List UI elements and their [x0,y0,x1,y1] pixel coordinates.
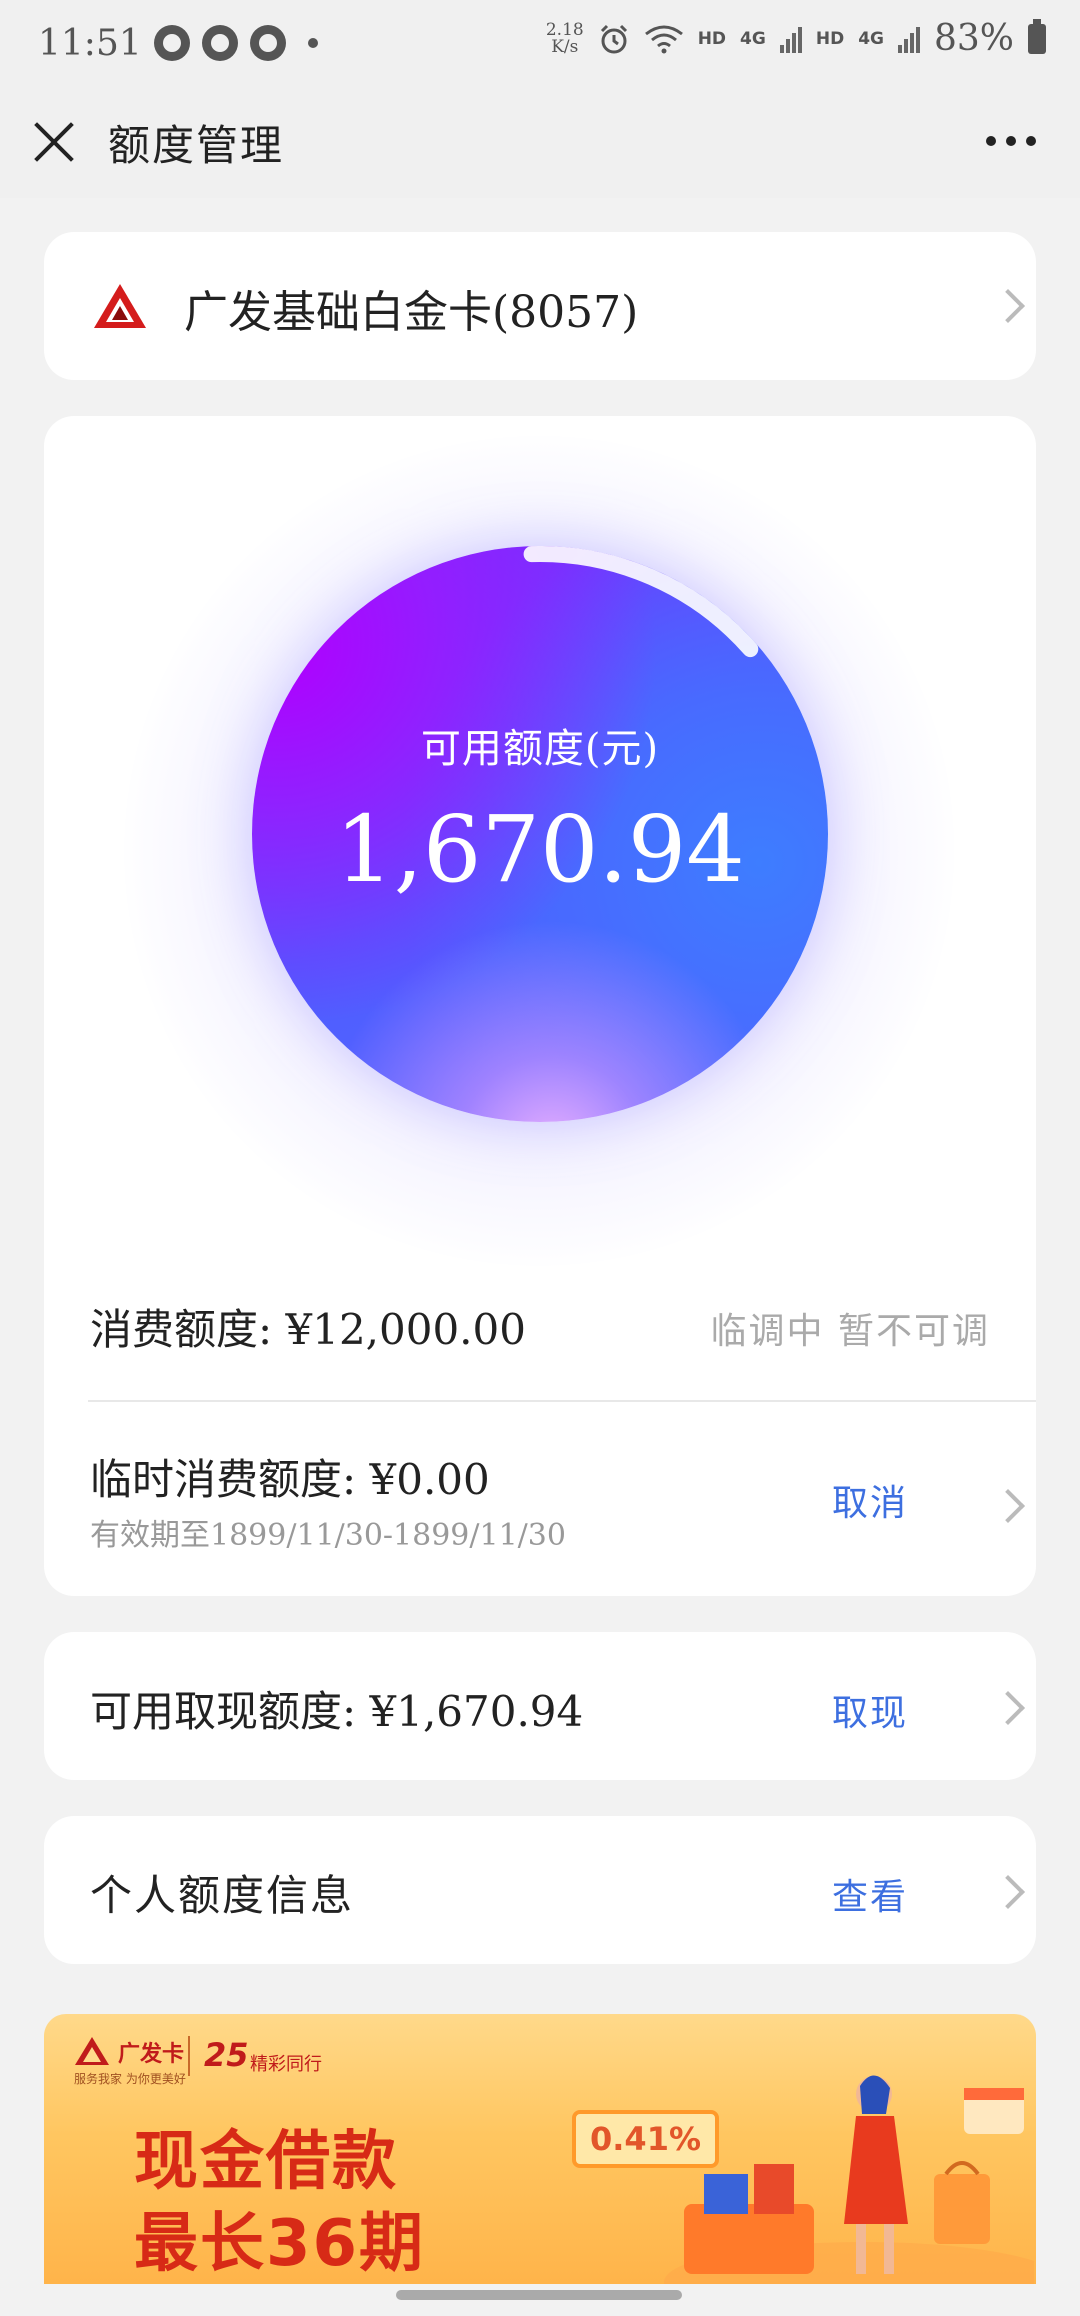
more-notifications-dot-icon [307,38,318,48]
available-limit-label: 可用额度(元) [420,726,660,772]
cash-limit-label: 可用取现额度: ¥1,670.94 [90,1687,584,1736]
banner-separator [188,2036,190,2076]
card-selector[interactable]: 广发基础白金卡(8057) [44,232,1036,380]
chevron-right-icon [991,1875,1025,1909]
network-type: 4G [858,28,884,49]
banner-headline: 现金借款 [134,2125,398,2199]
signal-strength-icon [779,25,802,53]
banner-slogan: 服务我家 为你更美好 [74,2072,186,2086]
banner-brand: 广发卡 [118,2042,185,2067]
temporary-limit: 临时消费额度: ¥0.00 [90,1455,490,1504]
banner-anniversary: 25 [204,2036,249,2074]
cancel-temporary-limit-button[interactable]: 取消 [832,1474,908,1526]
view-personal-info-button[interactable]: 查看 [832,1868,908,1920]
banner-subheadline: 最长36期 [134,2207,426,2281]
network-speed-value: 2.18 [545,19,584,40]
network-type: 4G [740,28,766,49]
signal-strength-icon [897,25,920,53]
page-title: 额度管理 [108,120,285,170]
personal-limit-info-row[interactable]: 个人额度信息 查看 [44,1816,1036,1964]
qq-notification-icon [201,25,238,61]
home-indicator[interactable] [396,2290,682,2300]
divider [88,1400,1036,1402]
chevron-right-icon[interactable] [991,1489,1025,1523]
cash-loan-promo-banner[interactable]: 广发卡 服务我家 为你更美好 25 精彩同行 现金借款 最长36期 0.41% [44,2014,1036,2284]
consumption-limit-status: 临调中 暂不可调 [710,1311,990,1352]
network-speed: 2.18 K/s [545,19,584,57]
withdraw-cash-button[interactable]: 取现 [832,1684,908,1736]
shopping-illustration [664,2075,1034,2284]
temporary-limit-validity: 有效期至1899/11/30-1899/11/30 [90,1518,566,1553]
bank-logo-icon [94,284,146,328]
chevron-right-icon [991,289,1025,323]
credit-limit-card: 可用额度(元) 1,670.94 消费额度: ¥12,000.00 临调中 暂不… [44,416,1036,1596]
hd-label: HD [697,28,727,49]
close-icon[interactable] [32,120,76,164]
network-speed-unit: K/s [551,36,579,57]
alarm-icon [600,24,627,53]
battery-percent: 83% [933,18,1014,59]
more-options-icon[interactable] [986,136,1036,146]
personal-limit-info-label: 个人额度信息 [90,1871,355,1920]
qq-notification-icon [249,25,286,61]
cash-limit-row[interactable]: 可用取现额度: ¥1,670.94 取现 [44,1632,1036,1780]
hd-label: HD [815,28,845,49]
banner-tagline: 精彩同行 [250,2054,322,2075]
consumption-limit: 消费额度: ¥12,000.00 [90,1305,526,1354]
nav-bar: 额度管理 [0,86,1080,198]
battery-icon [1028,18,1046,54]
qq-notification-icon [153,25,190,61]
available-limit-value: 1,670.94 [335,796,745,903]
bank-logo-icon [75,2037,109,2065]
wifi-icon [644,25,683,53]
status-time: 11:51 [38,22,142,64]
status-bar: 11:51 2.18 K/s HD 4G HD 4G 83% [0,0,1080,86]
chevron-right-icon [991,1691,1025,1725]
card-name: 广发基础白金卡(8057) [184,287,639,338]
